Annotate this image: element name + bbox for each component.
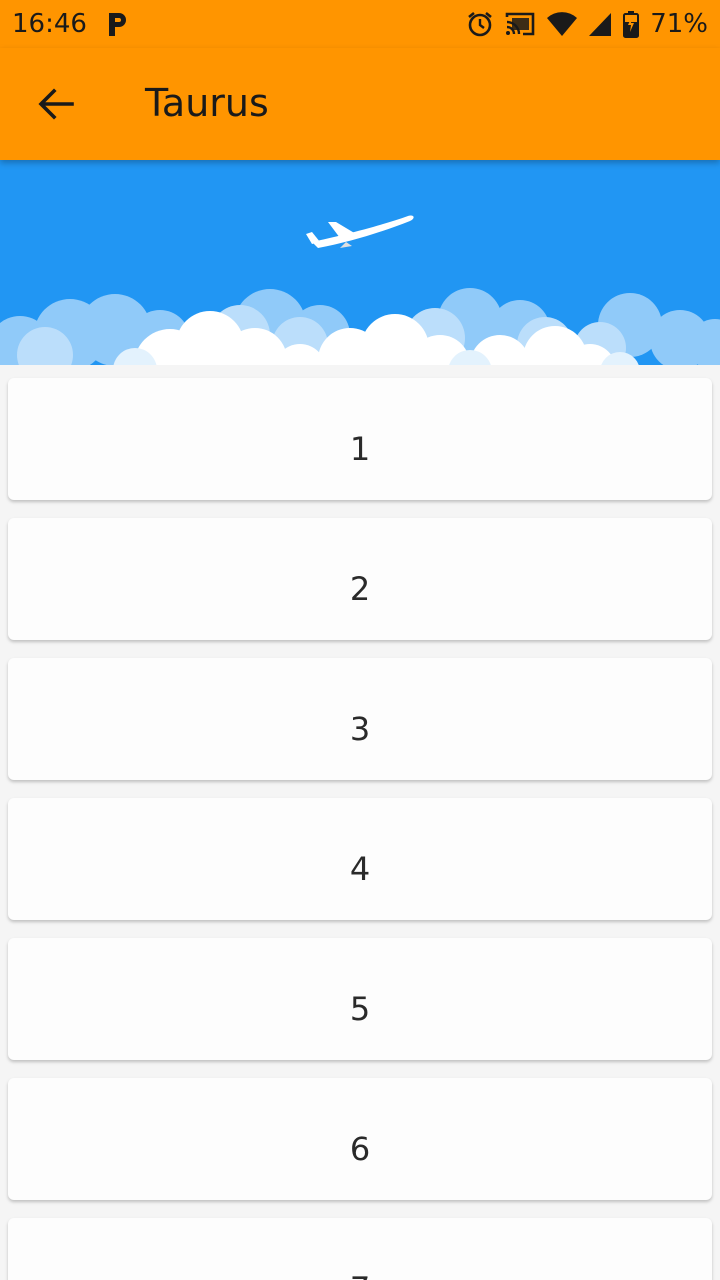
list-item[interactable]: 4 [8,798,712,920]
cell-signal-icon [589,13,612,36]
app-bar: Taurus [0,48,720,160]
list-item[interactable]: 3 [8,658,712,780]
page-title: Taurus [145,81,269,125]
list-item-label: 6 [349,1130,371,1168]
back-arrow-icon [38,88,74,120]
list-item-label: 7 [350,1270,370,1280]
phone-screen: 16:46 71% Taurus 1 2 3 4 5 6 [0,0,720,1280]
wifi-icon [547,12,578,36]
battery-icon [623,11,640,38]
list-item[interactable]: 2 [8,518,712,640]
list-item-label: 2 [349,570,371,608]
cast-icon [505,12,535,36]
header-image [0,160,720,365]
p-notification-icon [109,13,126,36]
list-item[interactable]: 5 [8,938,712,1060]
sky-illustration [0,160,720,365]
status-time: 16:46 [12,9,87,39]
alarm-icon [468,11,493,37]
list-item[interactable]: 7 [8,1218,712,1280]
list-item[interactable]: 6 [8,1078,712,1200]
list-item[interactable]: 1 [8,378,712,500]
list-item-label: 5 [349,990,371,1028]
status-icons: 71% [466,8,708,40]
status-bar: 16:46 71% [0,0,720,48]
list-item-label: 4 [349,850,371,888]
list-item-label: 3 [349,710,371,748]
battery-percent: 71% [650,9,708,39]
list-item-label: 1 [349,430,371,468]
back-button[interactable] [28,76,84,132]
